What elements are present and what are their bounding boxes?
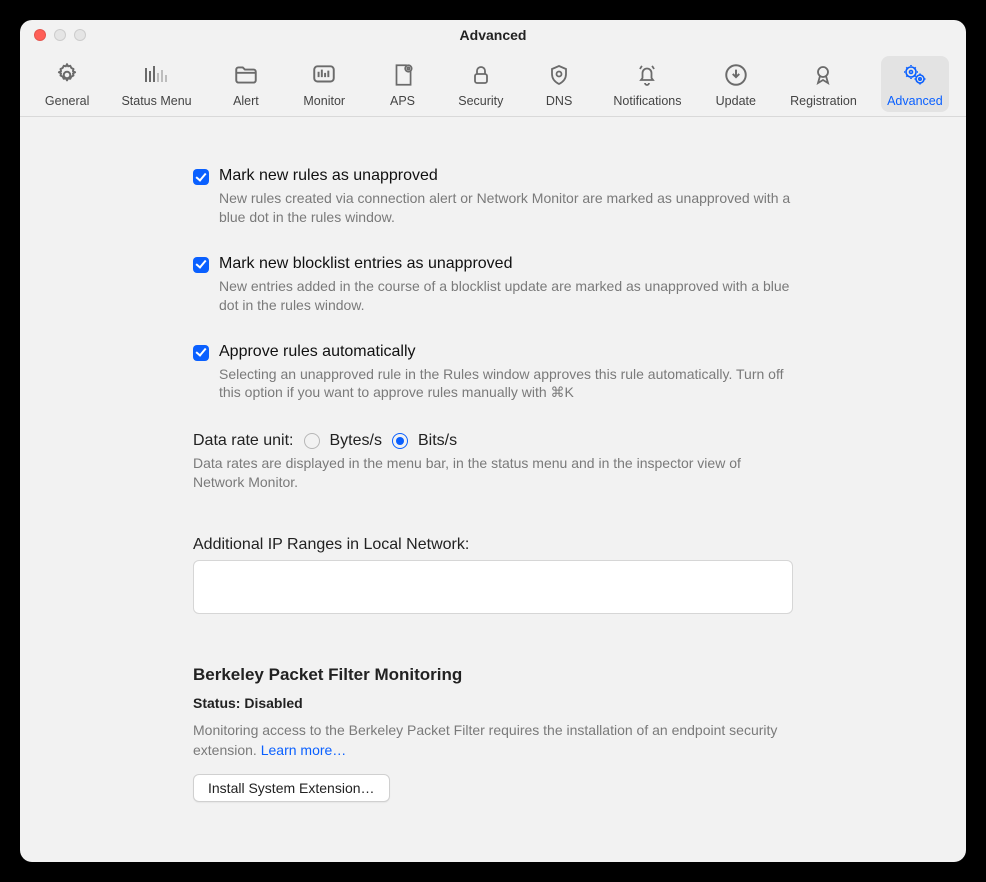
tab-general[interactable]: General (37, 56, 97, 112)
radio-bytes-label[interactable]: Bytes/s (330, 432, 382, 450)
preferences-window: Advanced General Status Menu Alert Mon (20, 20, 966, 862)
tab-advanced[interactable]: Advanced (881, 56, 949, 112)
bpf-heading: Berkeley Packet Filter Monitoring (193, 665, 793, 685)
tab-label: Monitor (303, 94, 345, 108)
tab-update[interactable]: Update (706, 56, 766, 112)
tab-label: Alert (233, 94, 259, 108)
option-label[interactable]: Mark new blocklist entries as unapproved (219, 255, 512, 273)
tab-alert[interactable]: Alert (216, 56, 276, 112)
folder-icon (231, 60, 261, 90)
tab-label: APS (390, 94, 415, 108)
learn-more-link[interactable]: Learn more… (261, 742, 347, 758)
tab-label: Status Menu (121, 94, 191, 108)
tab-monitor[interactable]: Monitor (294, 56, 354, 112)
tab-label: General (45, 94, 89, 108)
tab-label: Registration (790, 94, 857, 108)
content-area: Mark new rules as unapproved New rules c… (20, 117, 966, 862)
double-gear-icon (900, 60, 930, 90)
close-button[interactable] (34, 29, 46, 41)
data-rate-description: Data rates are displayed in the menu bar… (193, 454, 793, 492)
download-icon (721, 60, 751, 90)
tab-status-menu[interactable]: Status Menu (115, 56, 197, 112)
tab-registration[interactable]: Registration (784, 56, 863, 112)
titlebar: Advanced (20, 20, 966, 50)
radio-bits-label[interactable]: Bits/s (418, 432, 457, 450)
data-rate-label: Data rate unit: (193, 432, 294, 450)
checkbox-mark-blocklist[interactable] (193, 257, 209, 273)
option-approve-auto: Approve rules automatically Selecting an… (193, 343, 793, 403)
bell-icon (632, 60, 662, 90)
ip-ranges-input[interactable] (193, 560, 793, 614)
fullscreen-button[interactable] (74, 29, 86, 41)
display-icon (309, 60, 339, 90)
option-mark-blocklist: Mark new blocklist entries as unapproved… (193, 255, 793, 315)
option-mark-rules: Mark new rules as unapproved New rules c… (193, 167, 793, 227)
option-description: Selecting an unapproved rule in the Rule… (219, 365, 793, 403)
option-description: New entries added in the course of a blo… (219, 277, 793, 315)
bpf-status: Status: Disabled (193, 695, 793, 711)
gear-icon (52, 60, 82, 90)
tab-security[interactable]: Security (451, 56, 511, 112)
ribbon-icon (808, 60, 838, 90)
tab-notifications[interactable]: Notifications (607, 56, 687, 112)
tab-label: Update (716, 94, 756, 108)
tab-aps[interactable]: APS (373, 56, 433, 112)
data-rate-row: Data rate unit: Bytes/s Bits/s (193, 432, 793, 450)
tab-label: Advanced (887, 94, 943, 108)
bars-icon (142, 60, 172, 90)
window-title: Advanced (20, 27, 966, 43)
radio-bits[interactable] (392, 433, 408, 449)
tab-dns[interactable]: DNS (529, 56, 589, 112)
minimize-button[interactable] (54, 29, 66, 41)
option-label[interactable]: Approve rules automatically (219, 343, 416, 361)
traffic-lights (20, 29, 86, 41)
checkbox-mark-rules[interactable] (193, 169, 209, 185)
checkbox-approve-auto[interactable] (193, 345, 209, 361)
tab-label: Notifications (613, 94, 681, 108)
install-extension-button[interactable]: Install System Extension… (193, 774, 390, 802)
document-gear-icon (388, 60, 418, 90)
option-label[interactable]: Mark new rules as unapproved (219, 167, 438, 185)
shield-icon (544, 60, 574, 90)
tab-label: Security (458, 94, 503, 108)
option-description: New rules created via connection alert o… (219, 189, 793, 227)
radio-bytes[interactable] (304, 433, 320, 449)
ip-ranges-label: Additional IP Ranges in Local Network: (193, 536, 793, 554)
bpf-description: Monitoring access to the Berkeley Packet… (193, 721, 793, 760)
toolbar: General Status Menu Alert Monitor APS (20, 50, 966, 117)
lock-icon (466, 60, 496, 90)
tab-label: DNS (546, 94, 572, 108)
